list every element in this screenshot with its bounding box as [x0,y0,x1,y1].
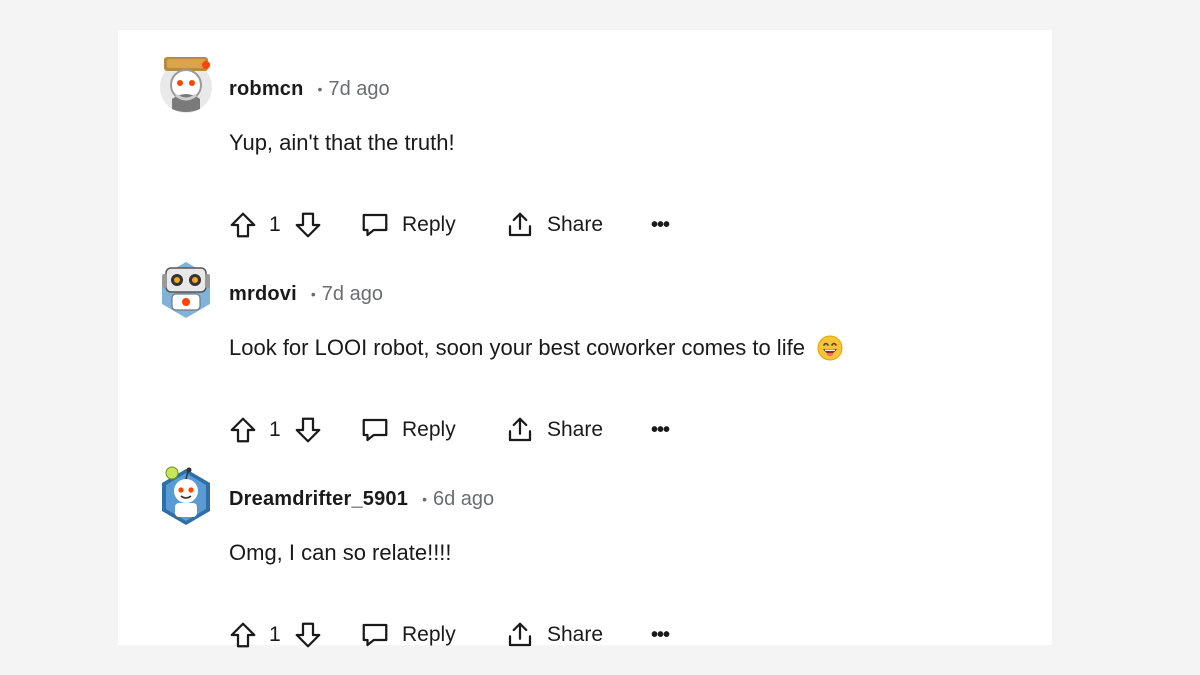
comment-thread: robmcn • 7d ago Yup, ain't that the trut… [118,30,1052,648]
comment-actions: 1 Reply Share ••• [228,617,688,653]
vote-count: 1 [269,623,281,646]
timestamp[interactable]: 6d ago [433,488,494,511]
comment-meta: robmcn • 7d ago [229,77,390,101]
downvote-arrow-icon [295,622,321,648]
share-button[interactable]: Share [505,412,603,448]
reply-label: Reply [402,213,456,236]
share-button[interactable]: Share [505,207,603,243]
downvote-arrow-icon [295,212,321,238]
comment-body: Look for LOOI robot, soon your best cowo… [229,335,843,361]
more-options-button[interactable]: ••• [651,617,670,653]
grinning-face-emoji-icon [817,335,843,361]
username[interactable]: mrdovi [229,283,297,306]
upvote-button[interactable] [228,617,258,653]
share-upload-icon [508,622,532,647]
downvote-button[interactable] [293,617,323,653]
comment-actions: 1 Reply Share ••• [228,412,688,448]
share-button[interactable]: Share [505,617,603,653]
comment-text: Yup, ain't that the truth! [229,130,455,155]
reply-label: Reply [402,623,456,646]
username[interactable]: robmcn [229,78,304,101]
speech-bubble-icon [362,623,388,647]
share-label: Share [547,623,604,646]
comment-meta: mrdovi • 7d ago [229,282,383,306]
more-horizontal-icon: ••• [651,418,670,441]
timestamp[interactable]: 7d ago [328,78,389,101]
upvote-arrow-icon [230,212,256,238]
timestamp[interactable]: 7d ago [322,283,383,306]
share-upload-icon [508,212,532,237]
comment-dreamdrifter: Dreamdrifter_5901 • 6d ago Omg, I can so… [118,465,1052,655]
more-horizontal-icon: ••• [651,623,670,646]
upvote-arrow-icon [230,417,256,443]
more-options-button[interactable]: ••• [651,207,670,243]
speech-bubble-icon [362,213,388,237]
comment-body: Omg, I can so relate!!!! [229,540,452,566]
user-avatar[interactable] [158,465,214,525]
meta-separator: • [310,286,316,302]
avatar-astronaut-icon [160,57,212,113]
speech-bubble-icon [362,418,388,442]
share-label: Share [547,213,604,236]
vote-count: 1 [269,213,281,236]
vote-count: 1 [269,418,281,441]
comment-body: Yup, ain't that the truth! [229,130,455,156]
more-horizontal-icon: ••• [651,213,670,236]
reply-label: Reply [402,418,456,441]
downvote-button[interactable] [293,412,323,448]
downvote-arrow-icon [295,417,321,443]
meta-separator: • [317,81,323,97]
reply-button[interactable]: Reply [360,207,456,243]
user-avatar[interactable] [158,55,214,115]
username[interactable]: Dreamdrifter_5901 [229,488,408,511]
comment-text: Omg, I can so relate!!!! [229,540,452,565]
upvote-arrow-icon [230,622,256,648]
share-upload-icon [508,417,532,442]
user-avatar[interactable] [158,260,214,320]
upvote-button[interactable] [228,412,258,448]
comment-meta: Dreamdrifter_5901 • 6d ago [229,487,494,511]
more-options-button[interactable]: ••• [651,412,670,448]
avatar-robot-icon [162,262,210,318]
upvote-button[interactable] [228,207,258,243]
comment-robmcn: robmcn • 7d ago Yup, ain't that the trut… [118,55,1052,245]
reply-button[interactable]: Reply [360,412,456,448]
meta-separator: • [422,491,427,507]
comment-actions: 1 Reply Share ••• [228,207,688,243]
downvote-button[interactable] [293,207,323,243]
avatar-snoo-icon [162,466,210,525]
share-label: Share [547,418,604,441]
comment-mrdovi: mrdovi • 7d ago Look for LOOI robot, soo… [118,260,1052,450]
reply-button[interactable]: Reply [360,617,456,653]
comment-text: Look for LOOI robot, soon your best cowo… [229,335,805,360]
